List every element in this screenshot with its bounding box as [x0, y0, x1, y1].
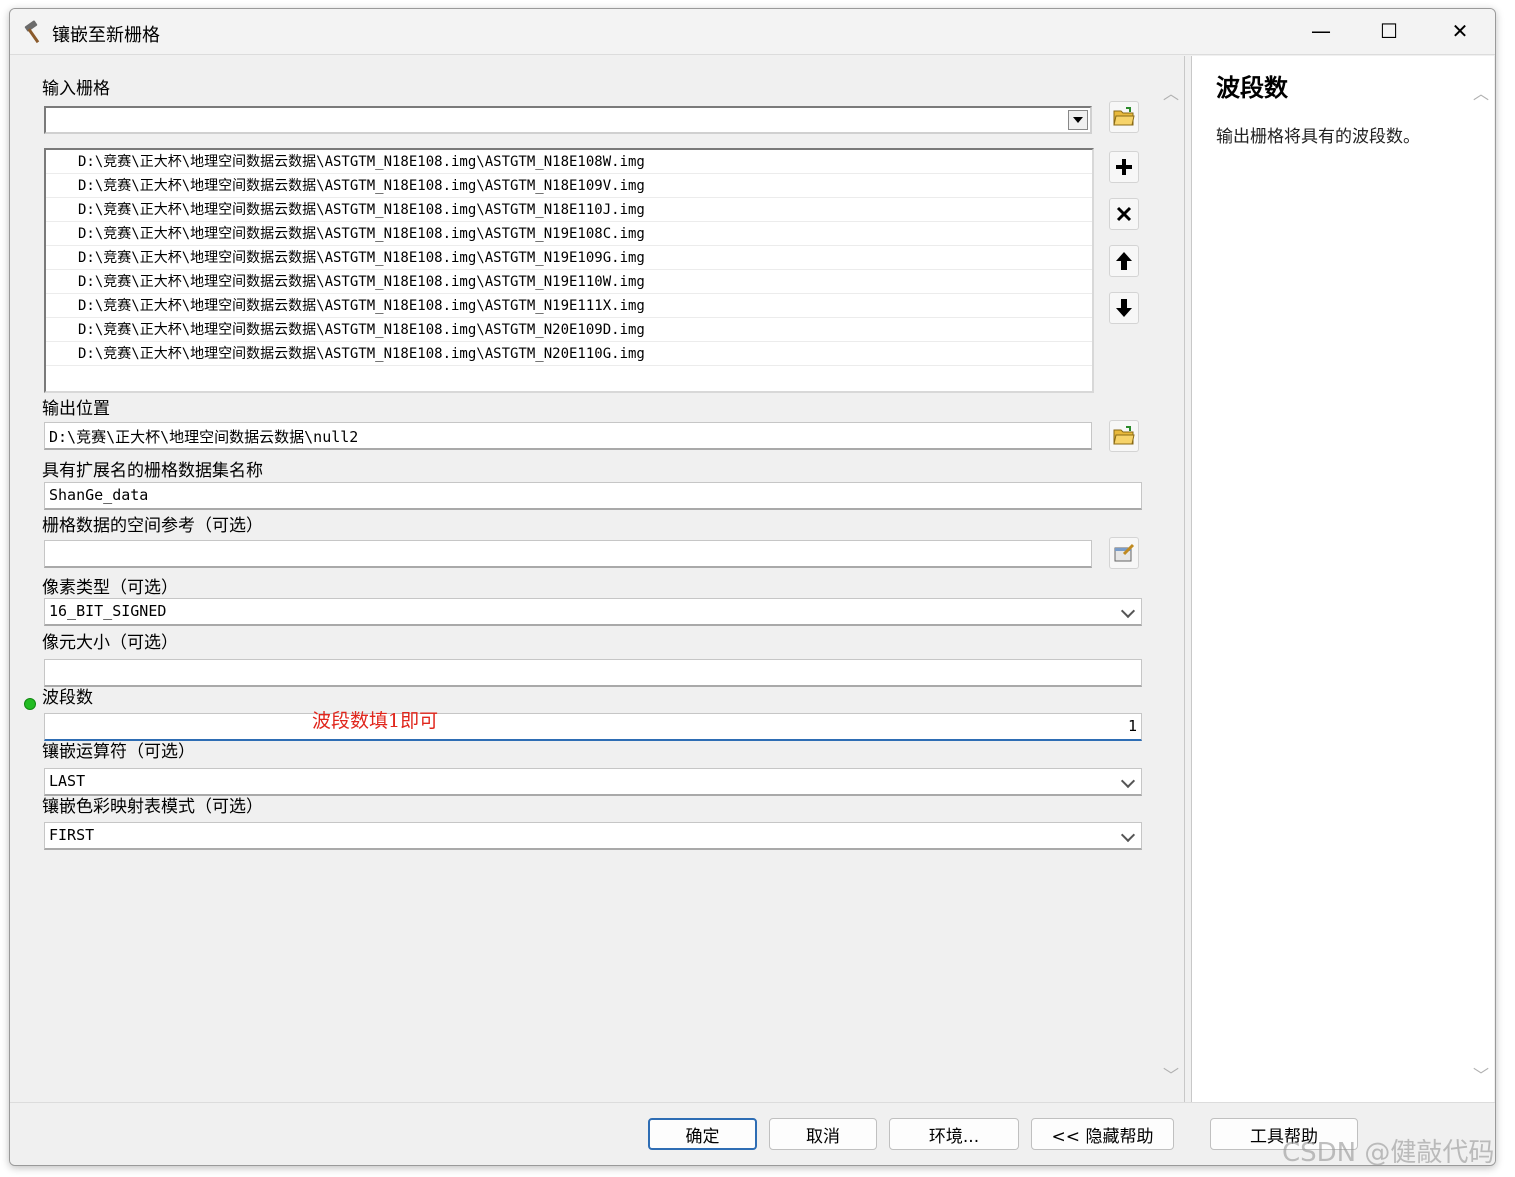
combo-dropdown-button[interactable]: [1068, 110, 1088, 130]
cellsize-label: 像元大小（可选）: [42, 633, 178, 653]
list-item[interactable]: D:\竞赛\正大杯\地理空间数据云数据\ASTGTM_N18E108.img\A…: [46, 246, 1092, 270]
browse-output-button[interactable]: [1109, 420, 1139, 452]
arrow-up-icon: [1116, 252, 1132, 270]
minimize-button[interactable]: —: [1287, 9, 1355, 53]
pane-splitter[interactable]: [1184, 56, 1192, 1102]
bands-field[interactable]: 1: [44, 713, 1142, 741]
output-location-field[interactable]: D:\竞赛\正大杯\地理空间数据云数据\null2: [44, 422, 1092, 450]
environments-button[interactable]: 环境...: [889, 1118, 1019, 1150]
ok-button[interactable]: 确定: [648, 1118, 757, 1150]
cancel-button[interactable]: 取消: [769, 1118, 877, 1150]
maximize-button[interactable]: ☐: [1355, 9, 1423, 53]
scroll-up-icon[interactable]: ︿: [1472, 80, 1490, 103]
pixel-type-select[interactable]: 16_BIT_SIGNED: [44, 598, 1142, 626]
properties-icon: [1114, 543, 1135, 562]
delete-x-icon: [1116, 206, 1132, 222]
close-button[interactable]: ✕: [1426, 9, 1494, 53]
input-rasters-combo[interactable]: [44, 106, 1092, 134]
move-up-button[interactable]: [1109, 245, 1139, 277]
remove-item-button[interactable]: [1109, 198, 1139, 230]
list-item[interactable]: D:\竞赛\正大杯\地理空间数据云数据\ASTGTM_N18E108.img\A…: [46, 270, 1092, 294]
chevron-down-icon: [1120, 773, 1136, 789]
hammer-icon: [24, 20, 40, 44]
list-item[interactable]: D:\竞赛\正大杯\地理空间数据云数据\ASTGTM_N18E108.img\A…: [46, 294, 1092, 318]
help-scrollbar[interactable]: ︿ ﹀: [1468, 56, 1494, 1102]
help-title: 波段数: [1216, 74, 1288, 102]
parameters-scrollbar[interactable]: ︿ ﹀: [1158, 56, 1184, 1102]
minimize-icon: —: [1311, 19, 1331, 43]
parameters-pane: 输入栅格 D:\竞赛\正大杯\地理空间数据云数据\ASTGTM_N18E108.…: [12, 56, 1162, 1102]
list-item[interactable]: D:\竞赛\正大杯\地理空间数据云数据\ASTGTM_N18E108.img\A…: [46, 198, 1092, 222]
window-title: 镶嵌至新栅格: [52, 25, 160, 46]
bands-annotation: 波段数填1即可: [312, 710, 439, 732]
list-item[interactable]: D:\竞赛\正大杯\地理空间数据云数据\ASTGTM_N18E108.img\A…: [46, 342, 1092, 366]
spatial-ref-label: 栅格数据的空间参考（可选）: [42, 516, 263, 536]
pixel-type-label: 像素类型（可选）: [42, 578, 178, 598]
input-rasters-list[interactable]: D:\竞赛\正大杯\地理空间数据云数据\ASTGTM_N18E108.img\A…: [44, 148, 1094, 393]
list-item[interactable]: D:\竞赛\正大杯\地理空间数据云数据\ASTGTM_N18E108.img\A…: [46, 174, 1092, 198]
spatial-ref-field[interactable]: [44, 540, 1092, 568]
help-pane: 波段数 输出栅格将具有的波段数。: [1192, 56, 1468, 1102]
input-rasters-label: 输入栅格: [42, 79, 110, 99]
browse-input-button[interactable]: [1109, 101, 1139, 133]
watermark: CSDN @健敲代码: [1282, 1138, 1495, 1168]
list-item[interactable]: D:\竞赛\正大杯\地理空间数据云数据\ASTGTM_N18E108.img\A…: [46, 150, 1092, 174]
add-item-button[interactable]: [1109, 151, 1139, 183]
open-folder-icon: [1113, 107, 1135, 126]
hide-help-button[interactable]: << 隐藏帮助: [1031, 1118, 1174, 1150]
scroll-down-icon[interactable]: ﹀: [1162, 1062, 1180, 1085]
output-location-label: 输出位置: [42, 399, 110, 419]
cellsize-field[interactable]: [44, 659, 1142, 687]
help-description: 输出栅格将具有的波段数。: [1216, 127, 1420, 147]
title-bar: 镶嵌至新栅格 — ☐ ✕: [10, 9, 1495, 55]
mosaic-operator-label: 镶嵌运算符（可选）: [42, 742, 195, 762]
chevron-down-icon: [1120, 827, 1136, 843]
dropdown-arrow-icon: [1073, 117, 1083, 123]
dataset-name-label: 具有扩展名的栅格数据集名称: [42, 461, 263, 481]
mosaic-operator-value: LAST: [49, 772, 86, 790]
colormap-mode-value: FIRST: [49, 826, 95, 844]
scroll-down-icon[interactable]: ﹀: [1472, 1062, 1490, 1085]
colormap-mode-select[interactable]: FIRST: [44, 822, 1142, 850]
plus-icon: [1116, 159, 1132, 175]
chevron-down-icon: [1120, 603, 1136, 619]
list-item[interactable]: D:\竞赛\正大杯\地理空间数据云数据\ASTGTM_N18E108.img\A…: [46, 222, 1092, 246]
scroll-up-icon[interactable]: ︿: [1162, 80, 1180, 103]
maximize-icon: ☐: [1380, 19, 1398, 43]
arrow-down-icon: [1116, 299, 1132, 317]
button-bar: 确定 取消 环境... << 隐藏帮助 工具帮助: [10, 1102, 1495, 1165]
open-folder-icon: [1113, 426, 1135, 445]
required-indicator-icon: [24, 698, 36, 710]
pixel-type-value: 16_BIT_SIGNED: [49, 602, 167, 620]
colormap-mode-label: 镶嵌色彩映射表模式（可选）: [42, 797, 263, 817]
close-icon: ✕: [1451, 19, 1469, 43]
spatial-ref-properties-button[interactable]: [1109, 537, 1139, 569]
dialog-window: 镶嵌至新栅格 — ☐ ✕ 输入栅格 D:\竞赛\正大杯\地理空间数据云数据\AS…: [9, 8, 1496, 1166]
list-item[interactable]: D:\竞赛\正大杯\地理空间数据云数据\ASTGTM_N18E108.img\A…: [46, 318, 1092, 342]
move-down-button[interactable]: [1109, 292, 1139, 324]
bands-label: 波段数: [42, 688, 93, 708]
dataset-name-field[interactable]: ShanGe_data: [44, 482, 1142, 510]
